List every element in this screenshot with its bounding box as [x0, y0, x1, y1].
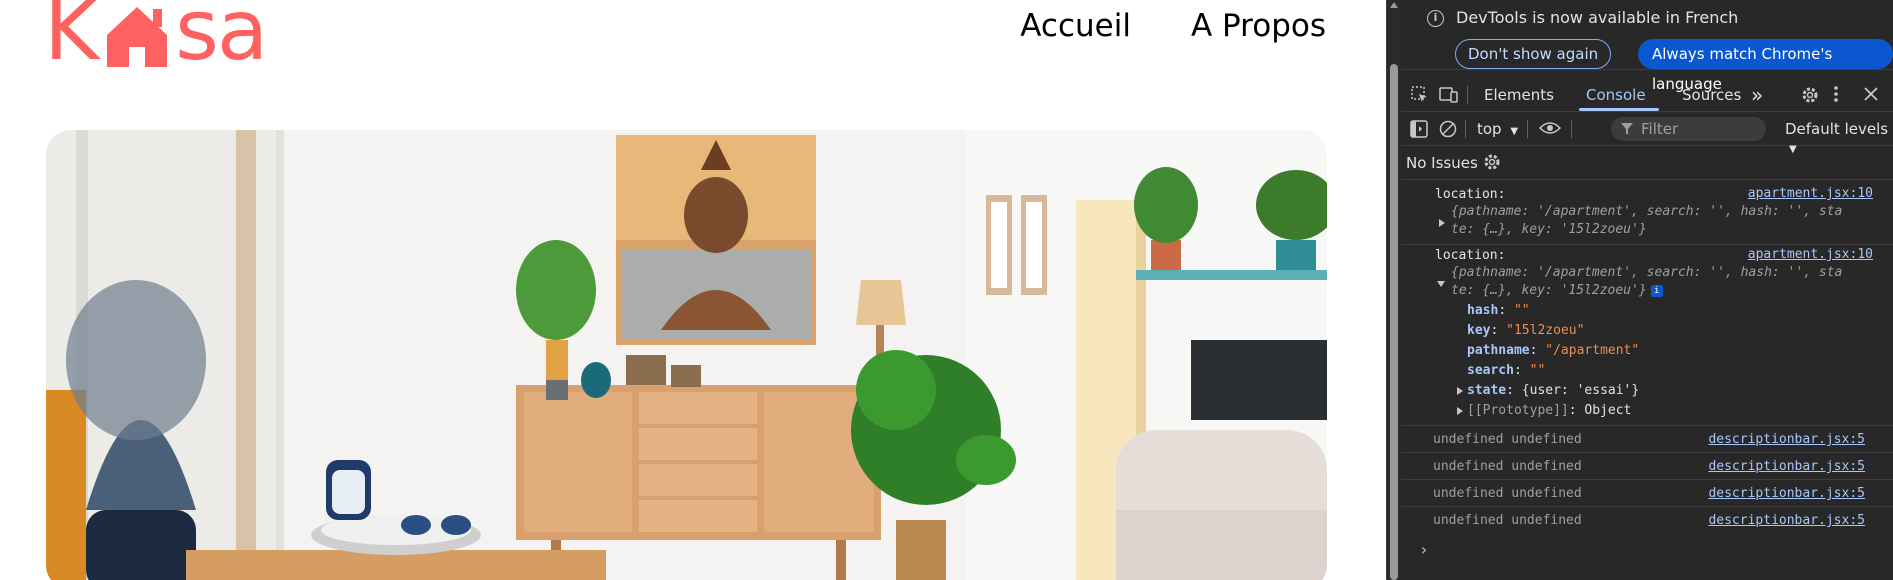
clear-console-icon[interactable] [1439, 120, 1457, 142]
log-text: undefined undefined [1433, 459, 1582, 474]
sidebar-toggle-icon[interactable] [1410, 120, 1428, 142]
tab-console[interactable]: Console [1586, 78, 1646, 112]
object-summary-continued[interactable]: te: {…}, key: '15l2zoeu'} [1451, 222, 1647, 237]
log-text: undefined undefined [1433, 486, 1582, 501]
source-link[interactable]: descriptionbar.jsx:5 [1708, 432, 1865, 447]
devtools-main: i DevTools is now available in French Do… [1401, 0, 1893, 580]
more-options-icon[interactable] [1833, 85, 1839, 107]
state-key: state [1467, 383, 1507, 398]
console-log-row: undefined undefined descriptionbar.jsx:5 [1401, 426, 1893, 453]
expand-arrow-icon[interactable] [1457, 407, 1463, 415]
log-levels-label: Default levels [1785, 120, 1889, 138]
console-log-row: undefined undefined descriptionbar.jsx:5 [1401, 453, 1893, 480]
object-summary-continued[interactable]: te: {…}, key: '15l2zoeu'} i [1451, 283, 1663, 298]
context-selector[interactable]: top ▼ [1477, 120, 1518, 138]
property-row: pathname: "/apartment" [1467, 343, 1640, 358]
console-log-entry: location: apartment.jsx:10 {pathname: '/… [1401, 184, 1893, 245]
tab-elements[interactable]: Elements [1484, 78, 1554, 112]
kasa-page: K sa Accueil A Propos [0, 0, 1386, 580]
nav-link-about[interactable]: A Propos [1191, 8, 1326, 44]
logo-letter-k: K [44, 0, 99, 79]
property-value: "/apartment" [1545, 343, 1640, 358]
property-value: "" [1513, 303, 1530, 318]
tab-divider [1467, 86, 1468, 104]
more-tabs-icon[interactable]: » [1751, 78, 1763, 112]
dont-show-again-button[interactable]: Don't show again [1455, 39, 1612, 69]
property-row: key: "15l2zoeu" [1467, 323, 1585, 338]
source-link[interactable]: apartment.jsx:10 [1748, 247, 1873, 262]
prototype-key: [[Prototype]] [1467, 403, 1569, 418]
console-log-row: undefined undefined descriptionbar.jsx:5 [1401, 507, 1893, 534]
log-label: location: [1435, 187, 1506, 202]
property-row: search: "" [1467, 363, 1546, 378]
home-banner-image [46, 130, 1327, 580]
state-value: {user: 'essai'} [1521, 383, 1640, 398]
prototype-value: Object [1584, 403, 1632, 418]
prototype-row[interactable]: [[Prototype]]: Object [1467, 403, 1631, 418]
console-prompt-row[interactable]: › [1401, 534, 1893, 564]
info-icon: i [1427, 10, 1444, 27]
expand-arrow-icon[interactable] [1457, 387, 1463, 395]
issues-count[interactable]: No Issues [1406, 154, 1478, 172]
source-link[interactable]: descriptionbar.jsx:5 [1708, 486, 1865, 501]
infobar-message: DevTools is now available in French [1456, 8, 1739, 27]
console-settings-gear-icon[interactable] [1483, 153, 1501, 175]
console-log-row: undefined undefined descriptionbar.jsx:5 [1401, 480, 1893, 507]
device-toolbar-icon[interactable] [1439, 86, 1459, 108]
language-infobar: i DevTools is now available in French Do… [1401, 0, 1893, 93]
log-text: undefined undefined [1433, 513, 1582, 528]
log-text: undefined undefined [1433, 432, 1582, 447]
property-value: "" [1529, 363, 1546, 378]
living-room-illustration [46, 130, 1327, 580]
inspect-element-icon[interactable] [1411, 86, 1429, 108]
kasa-logo[interactable]: K sa [44, 0, 268, 79]
settings-gear-icon[interactable] [1801, 86, 1819, 108]
console-prompt-icon: › [1419, 540, 1429, 559]
console-output: location: apartment.jsx:10 {pathname: '/… [1401, 184, 1893, 564]
devtools-tabbar: Elements Console Sources » [1401, 78, 1893, 112]
filter-funnel-icon [1621, 117, 1633, 142]
log-label: location: [1435, 248, 1506, 263]
source-link[interactable]: descriptionbar.jsx:5 [1708, 459, 1865, 474]
info-badge-icon[interactable]: i [1650, 284, 1663, 297]
object-summary[interactable]: {pathname: '/apartment', search: '', has… [1451, 204, 1842, 219]
property-key: search [1467, 363, 1514, 378]
context-label: top [1477, 120, 1502, 138]
tab-sources[interactable]: Sources [1682, 78, 1741, 112]
expand-arrow-icon[interactable] [1439, 219, 1445, 227]
scroll-up-arrow-icon[interactable] [1390, 2, 1398, 8]
live-expression-eye-icon[interactable] [1538, 120, 1562, 140]
dropdown-arrow-icon: ▼ [1510, 126, 1519, 137]
collapse-arrow-icon[interactable] [1437, 281, 1445, 287]
close-devtools-icon[interactable] [1863, 86, 1879, 106]
always-match-language-button[interactable]: Always match Chrome's language [1638, 39, 1893, 93]
toolbar-divider [1527, 120, 1528, 138]
console-filter-input[interactable]: Filter [1611, 117, 1766, 141]
house-icon [101, 0, 173, 70]
scrollbar-thumb[interactable] [1390, 64, 1398, 580]
main-nav: Accueil A Propos [1020, 8, 1326, 44]
issues-row: No Issues [1401, 147, 1893, 180]
logo-letters-sa: sa [175, 0, 268, 79]
toolbar-divider [1465, 120, 1466, 138]
console-toolbar: top ▼ Filter Default levels ▼ [1401, 113, 1893, 155]
nav-link-home[interactable]: Accueil [1020, 8, 1131, 44]
property-row: hash: "" [1467, 303, 1530, 318]
console-log-entry-expanded: location: apartment.jsx:10 {pathname: '/… [1401, 245, 1893, 426]
devtools-panel: i DevTools is now available in French Do… [1386, 0, 1893, 580]
property-key: hash [1467, 303, 1499, 318]
property-value: "15l2zoeu" [1506, 323, 1585, 338]
active-tab-indicator [1579, 108, 1659, 111]
object-summary[interactable]: {pathname: '/apartment', search: '', has… [1451, 265, 1842, 280]
summary-text: te: {…}, key: '15l2zoeu'} [1451, 283, 1647, 298]
state-property-row[interactable]: state: {user: 'essai'} [1467, 383, 1639, 398]
toolbar-divider [1571, 120, 1572, 138]
source-link[interactable]: descriptionbar.jsx:5 [1708, 513, 1865, 528]
source-link[interactable]: apartment.jsx:10 [1748, 186, 1873, 201]
property-key: pathname [1467, 343, 1530, 358]
filter-placeholder: Filter [1641, 120, 1679, 138]
devtools-scrollbar[interactable] [1387, 0, 1401, 580]
property-key: key [1467, 323, 1491, 338]
